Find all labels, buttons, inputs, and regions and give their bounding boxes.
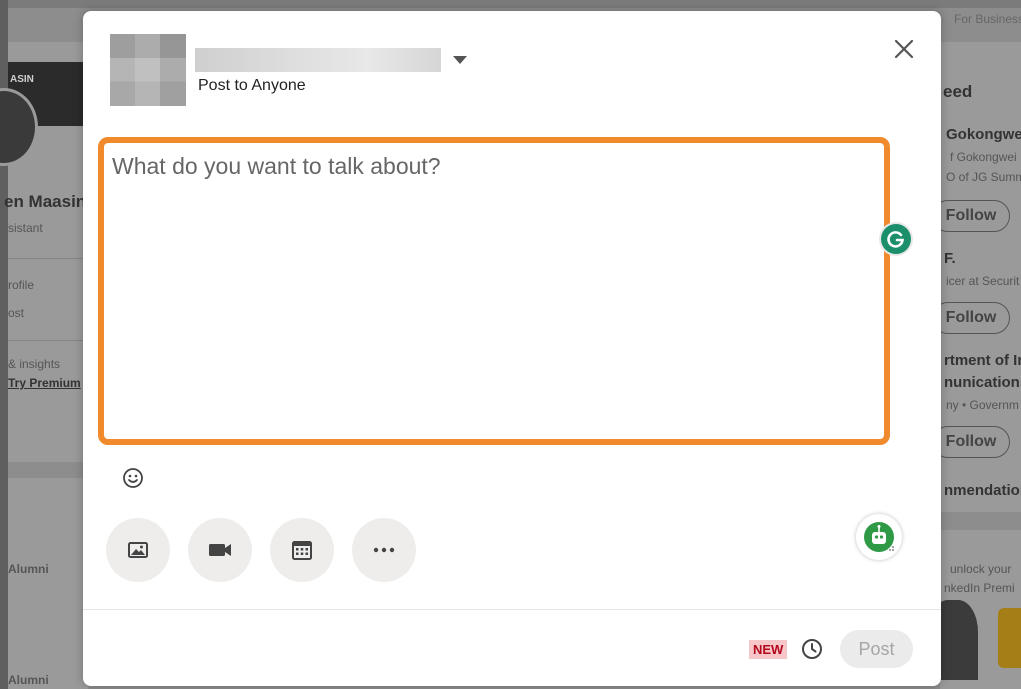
background-feed-title: eed — [943, 82, 973, 101]
clock-icon — [802, 639, 822, 659]
background-follow-button: Follow — [932, 302, 1010, 334]
background-banner-text: ASIN — [10, 74, 34, 85]
audience-label[interactable]: Post to Anyone — [198, 77, 306, 95]
grammarly-button[interactable] — [881, 224, 911, 254]
background-suggestion-name: Gokongwei — [946, 126, 1021, 143]
new-feature-badge: NEW — [749, 640, 788, 659]
background-follow-button: Follow — [932, 426, 1010, 458]
close-icon — [894, 39, 914, 59]
author-avatar — [110, 34, 186, 106]
add-video-button[interactable] — [188, 518, 252, 582]
add-photo-button[interactable] — [106, 518, 170, 582]
emoji-button[interactable] — [121, 466, 145, 490]
background-profile-role: sistant — [8, 221, 43, 235]
background-recommendations-link: nmendation — [944, 482, 1021, 499]
background-for-business: For Business — [954, 12, 1021, 26]
post-button[interactable]: Post — [840, 630, 913, 668]
post-text-editor[interactable]: What do you want to talk about? — [98, 137, 890, 445]
grammarly-icon — [887, 231, 904, 248]
background-divider — [8, 340, 88, 341]
image-icon — [128, 542, 148, 558]
background-follow-button: Follow — [932, 200, 1010, 232]
audience-dropdown-caret-icon[interactable] — [453, 56, 467, 64]
background-suggestion-name: rtment of In — [944, 352, 1021, 369]
background-top-bar — [0, 0, 1021, 8]
background-suggestion-detail: ny • Governm — [946, 398, 1019, 412]
footer-divider — [83, 609, 941, 610]
background-premium-link: Try Premium — [8, 376, 81, 390]
background-divider — [8, 258, 88, 259]
emoji-icon — [123, 468, 143, 488]
assistant-button[interactable] — [856, 514, 902, 560]
background-alumni-item: Alumni — [8, 673, 49, 687]
background-groups-card — [8, 478, 88, 689]
background-premium-logo — [998, 608, 1021, 668]
background-suggestion-name: F. — [944, 250, 956, 267]
create-post-modal: Post to Anyone What do you want to talk … — [83, 11, 941, 686]
create-event-button[interactable] — [270, 518, 334, 582]
assistant-bot-icon — [864, 522, 894, 552]
background-suggestion-name: nunications — [944, 374, 1021, 391]
more-icon — [373, 547, 395, 553]
background-post-link: ost — [8, 306, 25, 320]
background-suggestion-detail: f Gokongwei — [950, 150, 1017, 164]
calendar-icon — [292, 541, 312, 560]
background-premium-text: unlock your — [950, 562, 1012, 576]
editor-placeholder: What do you want to talk about? — [112, 153, 441, 179]
background-profile-link: rofile — [8, 278, 35, 292]
close-button[interactable] — [891, 36, 917, 62]
schedule-post-button[interactable] — [800, 637, 824, 661]
background-profile-name: en Maasin — [4, 192, 87, 211]
more-options-button[interactable] — [352, 518, 416, 582]
video-icon — [209, 544, 231, 556]
background-insights-text: & insights — [8, 357, 61, 371]
background-suggestion-detail: O of JG Summ — [946, 170, 1021, 184]
background-premium-text: nkedIn Premi — [944, 581, 1015, 595]
background-alumni-item: Alumni — [8, 562, 49, 576]
background-suggestion-detail: icer at Securit — [946, 274, 1020, 288]
author-name-redacted — [195, 48, 441, 72]
